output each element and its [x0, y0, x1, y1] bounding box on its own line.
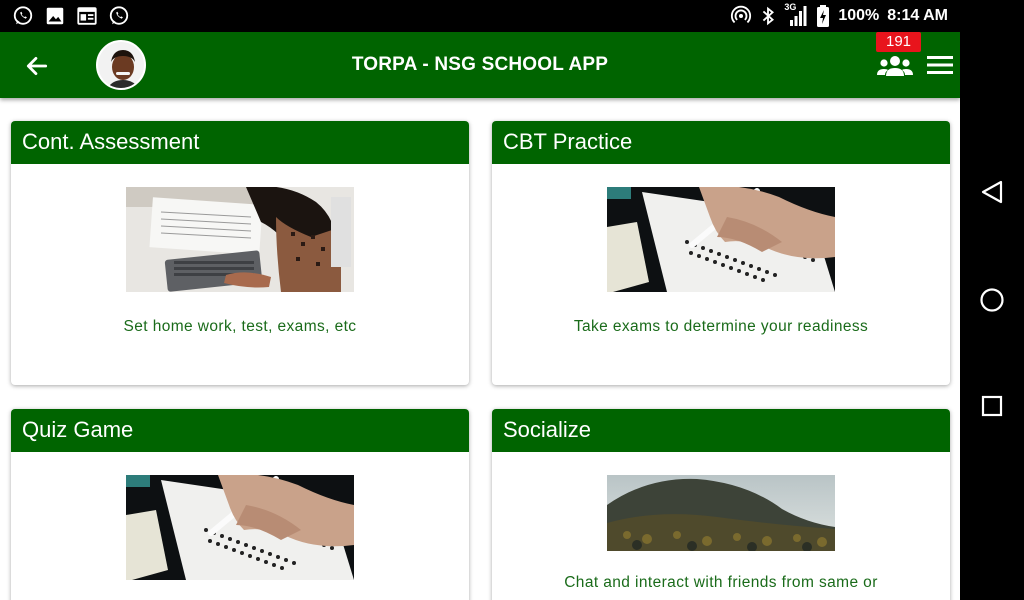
whatsapp-icon [108, 5, 130, 32]
app-title: TORPA - NSG SCHOOL APP [351, 54, 609, 75]
nav-home-button[interactable] [978, 286, 1006, 314]
card-title: CBT Practice [492, 121, 950, 164]
circle-home-icon [980, 288, 1004, 312]
card-cont-assessment[interactable]: Cont. Assessment Set home work, test, ex… [11, 121, 469, 385]
app-bar: TORPA - NSG SCHOOL APP 191 [0, 32, 960, 98]
nav-back-button[interactable] [978, 178, 1006, 206]
nav-recents-button[interactable] [978, 392, 1006, 420]
news-icon [76, 5, 98, 32]
card-cbt-practice[interactable]: CBT Practice Take exams to determine you… [492, 121, 950, 385]
content-area: Cont. Assessment Set home work, test, ex… [0, 98, 960, 600]
card-description: Chat and interact with friends from same… [564, 574, 878, 591]
clock: 8:14 AM [887, 7, 948, 24]
signal-icon: 3G [784, 2, 808, 28]
menu-button[interactable] [925, 52, 955, 78]
status-bar: 3G 100% 8:14 AM [0, 0, 960, 32]
group-button[interactable] [876, 54, 914, 78]
card-description: Take exams to determine your readiness [573, 318, 869, 335]
group-icon [877, 56, 913, 76]
battery-icon [816, 4, 830, 28]
card-title: Socialize [492, 409, 950, 452]
card-title: Cont. Assessment [11, 121, 469, 164]
notification-badge: 191 [876, 32, 921, 52]
card-quiz-game[interactable]: Quiz Game [11, 409, 469, 600]
card-socialize[interactable]: Socialize Chat and interact with friends… [492, 409, 950, 600]
whatsapp-icon [12, 5, 34, 32]
card-image [126, 475, 354, 580]
card-image [607, 187, 835, 292]
image-icon [44, 5, 66, 32]
card-image [126, 187, 354, 292]
card-description: Set home work, test, exams, etc [123, 318, 357, 335]
triangle-back-icon [981, 180, 1003, 204]
bluetooth-icon [760, 5, 776, 27]
card-image [607, 475, 835, 551]
card-title: Quiz Game [11, 409, 469, 452]
hamburger-menu-icon [927, 56, 953, 74]
hotspot-icon [730, 5, 752, 27]
app-screen: 3G 100% 8:14 AM TORPA - NSG SCHOOL APP 1 [0, 0, 960, 600]
square-recents-icon [981, 395, 1003, 417]
navigation-bar [960, 0, 1024, 600]
battery-percent: 100% [838, 7, 880, 24]
